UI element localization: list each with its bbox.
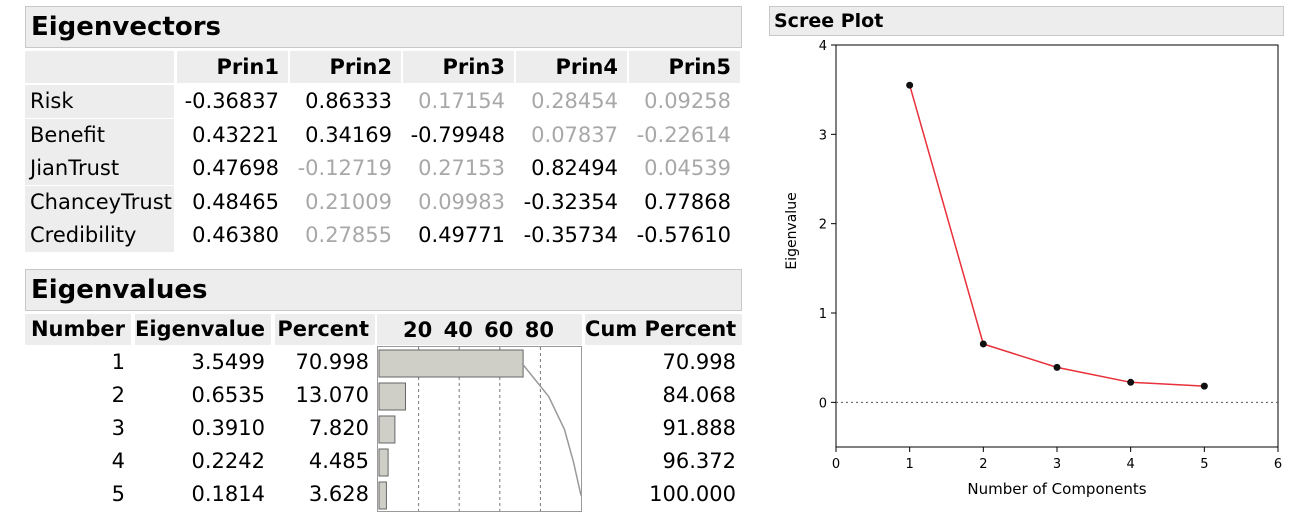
eigenvector-cell: 0.07837 xyxy=(531,122,618,147)
eigenvalue-cell: 0.2242 xyxy=(191,449,265,473)
scree-point xyxy=(906,81,914,89)
scree-point xyxy=(979,340,987,348)
eigenvectors-title[interactable]: Eigenvectors xyxy=(25,6,742,48)
cum-percent-cell: 91.888 xyxy=(662,416,736,440)
eigenvector-cell: -0.36837 xyxy=(184,89,279,113)
eigenvector-cell: 0.17154 xyxy=(418,89,505,113)
number-cell: 1 xyxy=(111,350,125,374)
percent-bar xyxy=(378,349,524,378)
number-cell: 2 xyxy=(111,383,125,407)
y-tick-label: 0 xyxy=(819,396,827,411)
cum-percent-cell: 96.372 xyxy=(662,449,736,473)
eigenvector-cell: -0.57610 xyxy=(636,223,731,247)
eigenvector-cell: 0.48465 xyxy=(192,189,279,214)
eigenvector-cell: 0.82494 xyxy=(531,156,618,180)
y-tick-label: 2 xyxy=(819,218,827,233)
eigenvector-cell: -0.12719 xyxy=(297,156,392,180)
percent-bars xyxy=(378,347,581,511)
row-label: Credibility xyxy=(25,219,174,252)
x-tick-label: 4 xyxy=(1127,457,1135,472)
number-cell: 4 xyxy=(111,449,125,473)
number-cell: 5 xyxy=(111,482,125,506)
bar-axis-tick-label: 60 xyxy=(484,318,513,342)
eigenvector-cell: 0.86333 xyxy=(305,89,392,113)
eigenvector-cell: 0.04539 xyxy=(644,156,731,180)
cum-percent-cell: 100.000 xyxy=(649,482,736,506)
percent-cell: 70.998 xyxy=(295,350,369,374)
eigenvector-cell: 0.46380 xyxy=(192,223,279,247)
eigenvector-cell: 0.34169 xyxy=(305,122,392,147)
row-label: Benefit xyxy=(25,118,174,152)
eigenvector-cell: 0.27855 xyxy=(305,223,392,247)
eigenvector-cell: 0.21009 xyxy=(305,189,392,214)
cum-percent-header: Cum Percent xyxy=(585,314,742,345)
percent-cell: 4.485 xyxy=(308,449,369,473)
cum-percent-cell: 70.998 xyxy=(662,350,736,374)
column-header-prin1: Prin1 xyxy=(177,51,288,83)
eigenvalues-title[interactable]: Eigenvalues xyxy=(25,269,742,311)
percent-bar xyxy=(378,415,396,444)
eigenvector-cell: 0.43221 xyxy=(192,122,279,147)
x-tick-label: 5 xyxy=(1200,457,1208,472)
eigenvector-cell: 0.27153 xyxy=(418,156,505,180)
x-tick-label: 2 xyxy=(979,457,987,472)
eigenvector-cell: -0.35734 xyxy=(523,223,618,247)
column-header-prin3: Prin3 xyxy=(403,51,514,83)
bar-axis-tick-label: 20 xyxy=(403,318,432,342)
eigenvector-cell: -0.32354 xyxy=(523,189,618,214)
x-tick-label: 6 xyxy=(1274,457,1282,472)
x-tick-label: 1 xyxy=(906,457,914,472)
scree-point xyxy=(1127,378,1135,386)
y-tick-label: 3 xyxy=(819,128,827,143)
scree-point xyxy=(1200,382,1208,390)
percent-bar xyxy=(378,481,387,510)
percent-header: Percent xyxy=(275,314,375,345)
column-header-prin5: Prin5 xyxy=(629,51,740,83)
eigenvector-cell: -0.79948 xyxy=(410,122,505,147)
scree-point xyxy=(1053,363,1061,371)
eigenvector-cell: 0.49771 xyxy=(418,223,505,247)
eigenvector-cell: 0.09258 xyxy=(644,89,731,113)
column-header-prin4: Prin4 xyxy=(516,51,627,83)
row-label: ChanceyTrust xyxy=(25,185,174,219)
eigenvalue-cell: 0.3910 xyxy=(191,416,265,440)
row-label: JianTrust xyxy=(25,152,174,185)
bar-axis-tick-label: 40 xyxy=(444,318,473,342)
percent-bar-chart xyxy=(377,346,582,512)
cumulative-percent-curve xyxy=(521,363,581,496)
scree-plot-title[interactable]: Scree Plot xyxy=(769,6,1284,36)
eigenvector-cell: 0.09983 xyxy=(418,189,505,214)
eigenvalue-header: Eigenvalue xyxy=(135,314,271,345)
x-tick-label: 3 xyxy=(1053,457,1061,472)
eigenvectors-corner xyxy=(25,51,174,83)
percent-cell: 3.628 xyxy=(308,482,369,506)
percent-cell: 13.070 xyxy=(295,383,369,407)
bar-axis-ticks: 20 40 60 80 xyxy=(403,318,554,342)
eigenvector-cell: 0.28454 xyxy=(531,89,618,113)
y-tick-label: 1 xyxy=(819,307,827,322)
x-tick-label: 0 xyxy=(832,457,840,472)
cum-percent-cell: 84.068 xyxy=(662,383,736,407)
x-axis-label: Number of Components xyxy=(967,480,1146,498)
eigenvalue-cell: 3.5499 xyxy=(191,350,265,374)
row-label: Risk xyxy=(25,85,174,118)
eigenvalue-cell: 0.1814 xyxy=(191,482,265,506)
bar-axis-tick-label: 80 xyxy=(525,318,554,342)
y-axis-label: Eigenvalue xyxy=(784,192,800,269)
number-cell: 3 xyxy=(111,416,125,440)
percent-bar xyxy=(378,382,406,411)
eigenvector-cell: 0.77868 xyxy=(644,189,731,214)
percent-cell: 7.820 xyxy=(308,416,369,440)
number-header: Number xyxy=(25,314,131,345)
percent-bar xyxy=(378,448,389,477)
eigenvector-cell: -0.22614 xyxy=(636,122,731,147)
eigenvalue-cell: 0.6535 xyxy=(191,383,265,407)
column-header-prin2: Prin2 xyxy=(290,51,401,83)
y-tick-label: 4 xyxy=(819,40,827,54)
bar-axis-header: 20 40 60 80 xyxy=(377,314,582,345)
plot-frame xyxy=(835,44,1279,448)
eigenvector-cell: 0.47698 xyxy=(192,156,279,180)
scree-plot: 0 1 2 3 4 0 1 2 3 4 5 6 Number of Components Eigenval… xyxy=(784,40,1282,498)
